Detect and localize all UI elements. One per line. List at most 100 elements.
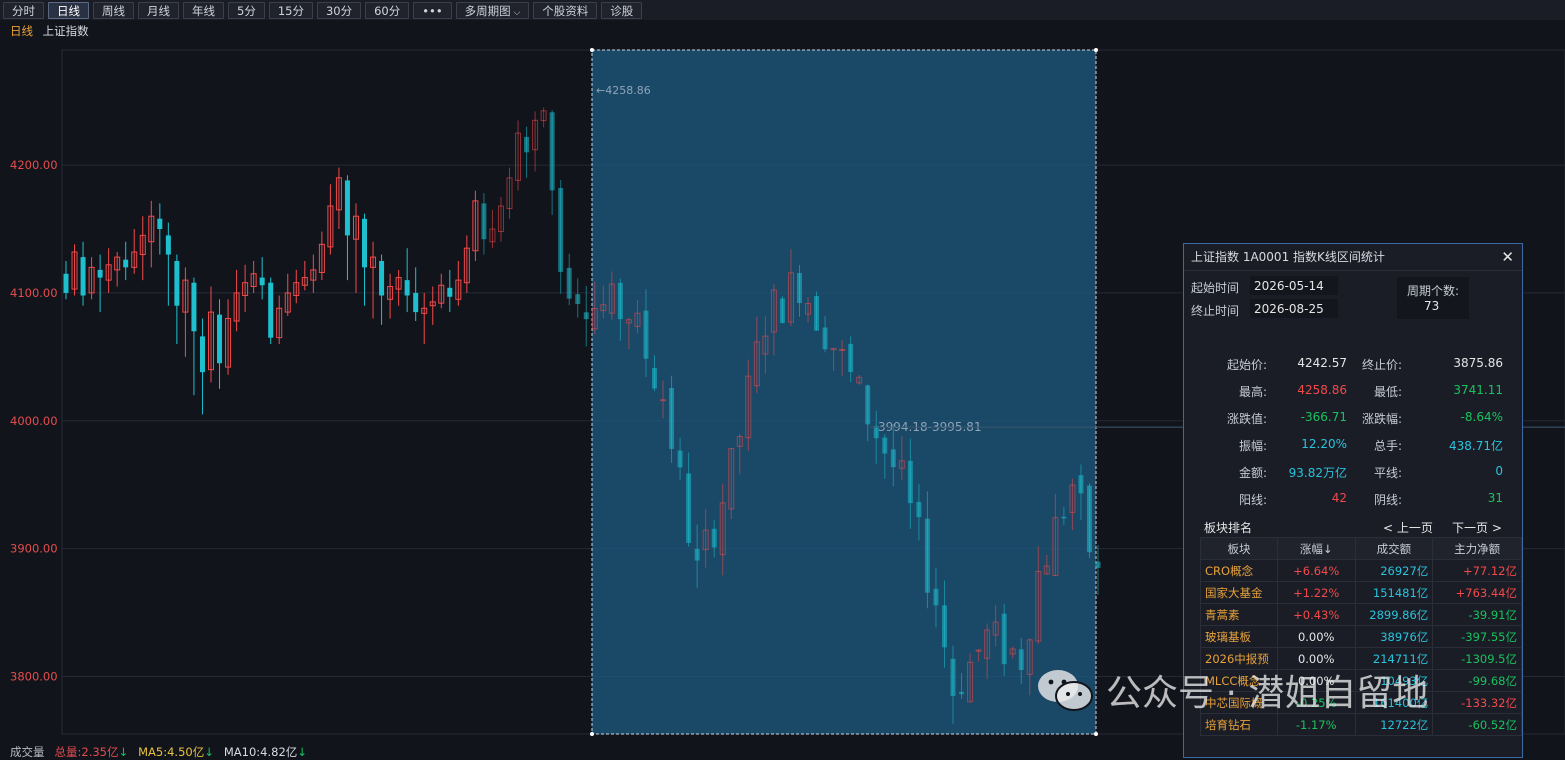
toolbar-button-12[interactable]: 诊股 [601, 1, 643, 19]
close-icon[interactable]: ✕ [1501, 244, 1514, 270]
candle-body-down [669, 388, 675, 449]
down-arrow-icon: ↓ [204, 745, 214, 759]
table-cell: CRO概念 [1200, 559, 1278, 582]
index-name: 上证指数 [42, 24, 89, 38]
toolbar-button-4[interactable]: 年线 [183, 1, 224, 19]
candle-body-down [157, 218, 163, 229]
sector-rank-label: 板块排名 [1204, 521, 1253, 535]
table-cell: -397.55亿 [1432, 625, 1522, 648]
toolbar-button-6[interactable]: 15分 [268, 1, 313, 19]
table-cell: 2899.86亿 [1354, 603, 1434, 626]
y-tick-label: 4200.00 [10, 158, 58, 172]
toolbar-button-3[interactable]: 月线 [138, 1, 179, 19]
table-row[interactable]: CRO概念 +6.64% 26927亿 +77.12亿 [1200, 559, 1522, 582]
table-cell: 培育钻石 [1200, 713, 1278, 736]
toolbar-button-2[interactable]: 周线 [93, 1, 134, 19]
stat-value-left: 42 [1331, 491, 1347, 505]
table-cell: 151481亿 [1354, 581, 1434, 604]
candle-body-down [933, 588, 939, 606]
candle-body-down [1086, 485, 1092, 553]
candle-body-down [924, 518, 930, 593]
prev-page-button[interactable]: < 上一页 [1383, 519, 1433, 536]
stat-label-right: 阴线: [1373, 493, 1402, 507]
stat-label-left: 最高: [1238, 385, 1267, 399]
toolbar-button-0[interactable]: 分时 [3, 1, 44, 19]
stat-label-left: 振幅: [1238, 439, 1267, 453]
table-row[interactable]: 培育钻石 -1.17% 12722亿 -60.52亿 [1200, 713, 1522, 736]
candle-body-down [259, 277, 265, 286]
candle-body-down [651, 367, 657, 389]
candle-body-up [839, 348, 846, 351]
candle-body-down [447, 287, 453, 297]
candle-body-down [916, 501, 922, 518]
toolbar-button-1[interactable]: 日线 [48, 1, 89, 19]
candle-body-down [1018, 649, 1024, 671]
candle-body-down [686, 473, 692, 543]
candle-body-down [63, 273, 69, 293]
toolbar-button-7[interactable]: 30分 [316, 1, 362, 19]
down-arrow-icon: ↓ [297, 745, 307, 759]
candle-body-down [575, 294, 581, 305]
ma10-text: MA10:4.82亿 [223, 745, 298, 759]
candle-body-down [711, 528, 717, 548]
candle-body-down [558, 188, 564, 272]
chart-header: 日线 上证指数 [10, 23, 89, 39]
candle-body-down [524, 136, 530, 153]
table-cell: -99.68亿 [1432, 669, 1522, 692]
table-cell: 玻璃基板 [1200, 625, 1278, 648]
toolbar-button-9[interactable]: ••• [413, 1, 452, 19]
table-row[interactable]: 玻璃基板 0.00% 38976亿 -397.55亿 [1200, 625, 1522, 648]
table-cell: 12722亿 [1354, 713, 1434, 736]
toolbar-button-5[interactable]: 5分 [228, 1, 265, 19]
stat-value-left: 4258.86 [1297, 383, 1347, 397]
candle-body-down [1078, 475, 1084, 494]
column-header[interactable]: 涨幅↓ [1276, 537, 1356, 560]
next-page-button[interactable]: 下一页 > [1452, 519, 1502, 536]
stat-value-right: 3875.86 [1453, 356, 1503, 370]
table-cell: 国家大基金 [1200, 581, 1278, 604]
table-cell: 青蒿素 [1200, 603, 1278, 626]
candle-body-down [822, 327, 828, 350]
candle-body-down [1061, 516, 1067, 519]
toolbar-button-11[interactable]: 个股资料 [533, 1, 598, 19]
column-header[interactable]: 成交额 [1354, 537, 1434, 560]
table-cell: +77.12亿 [1432, 559, 1522, 582]
column-header[interactable]: 主力净额 [1432, 537, 1522, 560]
y-tick-label: 3800.00 [10, 669, 58, 683]
start-time-label: 起始时间 [1191, 281, 1240, 295]
candle-body-down [779, 298, 785, 323]
column-header[interactable]: 板块 [1200, 537, 1278, 560]
stat-label-right: 终止价: [1361, 358, 1402, 372]
candle-body-down [882, 437, 888, 454]
table-cell: -1.17% [1276, 713, 1356, 736]
candle-body-down [80, 257, 86, 296]
candle-body-down [907, 460, 913, 504]
stat-value-right: 3741.11 [1453, 383, 1503, 397]
table-cell: +1.22% [1276, 581, 1356, 604]
end-time-value: 2026-08-25 [1254, 302, 1324, 316]
candle-body-down [950, 658, 956, 696]
candle-body-down [617, 282, 623, 320]
toolbar-button-8[interactable]: 60分 [365, 1, 410, 19]
y-tick-label: 4100.00 [10, 286, 58, 300]
table-cell: +6.64% [1276, 559, 1356, 582]
candle-body-down [941, 605, 947, 648]
table-row[interactable]: 国家大基金 +1.22% 151481亿 +763.44亿 [1200, 581, 1522, 604]
stat-label-right: 平线: [1373, 466, 1402, 480]
candle-body-down [643, 310, 649, 359]
candle-body-down [865, 385, 871, 425]
table-cell: -1309.5亿 [1432, 647, 1522, 670]
candle-body-down [583, 312, 589, 320]
stat-label-right: 最低: [1373, 385, 1402, 399]
candle-body-down [1095, 561, 1101, 568]
stat-value-right: 0 [1495, 464, 1503, 478]
period-label: 日线 [10, 24, 33, 38]
candle-body-down [694, 548, 700, 561]
candle-body-down [890, 449, 896, 468]
candle-body-down [268, 282, 274, 338]
toolbar-button-10[interactable]: 多周期图 [455, 1, 530, 19]
table-row[interactable]: 青蒿素 +0.43% 2899.86亿 -39.91亿 [1200, 603, 1522, 626]
panel-title-bar: 上证指数 1A0001 指数K线区间统计 ✕ [1184, 244, 1522, 271]
stat-value-right: 31 [1487, 491, 1503, 505]
table-cell: -133.32亿 [1432, 691, 1522, 714]
